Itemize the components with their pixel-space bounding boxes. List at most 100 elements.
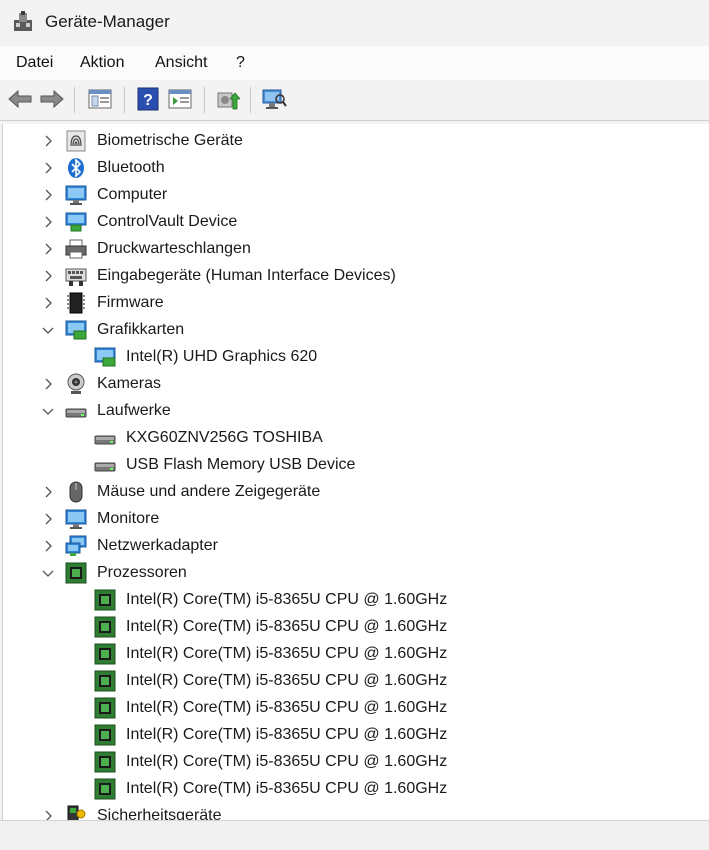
device-manager-icon bbox=[14, 11, 32, 31]
disk-drive-icon bbox=[65, 408, 87, 418]
tree-item-label: Computer bbox=[97, 186, 168, 203]
tree-item-label: Druckwarteschlangen bbox=[97, 240, 251, 257]
processor-icon bbox=[94, 616, 116, 638]
window-title: Geräte-Manager bbox=[45, 12, 170, 31]
tree-item-label: Eingabegeräte (Human Interface Devices) bbox=[97, 267, 396, 284]
chevron-right-icon[interactable] bbox=[41, 188, 55, 202]
tree-item-label: Intel(R) Core(TM) i5-8365U CPU @ 1.60GHz bbox=[126, 699, 448, 716]
tree-item-monitors[interactable]: Monitore bbox=[3, 506, 708, 533]
forward-arrow-icon bbox=[40, 89, 64, 109]
tree-item-cpu-8[interactable]: Intel(R) Core(TM) i5-8365U CPU @ 1.60GHz bbox=[3, 776, 708, 803]
back-arrow-icon bbox=[8, 89, 32, 109]
tree-item-label: Intel(R) Core(TM) i5-8365U CPU @ 1.60GHz bbox=[126, 672, 448, 689]
tree-item-intel-uhd-620[interactable]: Intel(R) UHD Graphics 620 bbox=[3, 344, 708, 371]
svg-text:?: ? bbox=[143, 92, 153, 109]
tree-item-usb-flash-drive[interactable]: USB Flash Memory USB Device bbox=[3, 452, 708, 479]
show-hide-console-tree-button[interactable] bbox=[86, 85, 114, 113]
tree-item-label: Intel(R) Core(TM) i5-8365U CPU @ 1.60GHz bbox=[126, 780, 448, 797]
webcam-icon bbox=[67, 373, 85, 394]
tree-item-cpu-1[interactable]: Intel(R) Core(TM) i5-8365U CPU @ 1.60GHz bbox=[3, 587, 708, 614]
processor-icon bbox=[94, 670, 116, 692]
chevron-down-icon[interactable] bbox=[41, 404, 55, 418]
chevron-right-icon[interactable] bbox=[41, 485, 55, 499]
status-bar bbox=[0, 820, 709, 850]
tree-item-processors[interactable]: Prozessoren bbox=[3, 560, 708, 587]
tree-item-controlvault[interactable]: ControlVault Device bbox=[3, 209, 708, 236]
computer-icon bbox=[65, 185, 87, 205]
properties-button[interactable] bbox=[166, 85, 194, 113]
tree-item-label: Biometrische Geräte bbox=[97, 132, 243, 149]
device-tree: Biometrische Geräte Bluetooth Computer C… bbox=[2, 124, 709, 820]
tree-item-biometric[interactable]: Biometrische Geräte bbox=[3, 128, 708, 155]
forward-button[interactable] bbox=[38, 85, 66, 113]
security-device-icon bbox=[67, 805, 86, 820]
tree-item-cpu-6[interactable]: Intel(R) Core(TM) i5-8365U CPU @ 1.60GHz bbox=[3, 722, 708, 749]
scan-hardware-button[interactable] bbox=[260, 85, 288, 113]
tree-item-printqueues[interactable]: Druckwarteschlangen bbox=[3, 236, 708, 263]
chevron-right-icon[interactable] bbox=[41, 134, 55, 148]
tree-item-security-devices[interactable]: Sicherheitsgeräte bbox=[3, 803, 708, 820]
chevron-right-icon[interactable] bbox=[41, 161, 55, 175]
tree-item-firmware[interactable]: Firmware bbox=[3, 290, 708, 317]
firmware-chip-icon bbox=[67, 292, 85, 314]
tree-item-network-adapters[interactable]: Netzwerkadapter bbox=[3, 533, 708, 560]
tree-item-label: Netzwerkadapter bbox=[97, 537, 218, 554]
fingerprint-icon bbox=[66, 130, 86, 152]
tree-item-cpu-7[interactable]: Intel(R) Core(TM) i5-8365U CPU @ 1.60GHz bbox=[3, 749, 708, 776]
chevron-right-icon[interactable] bbox=[41, 539, 55, 553]
tree-item-label: Laufwerke bbox=[97, 402, 171, 419]
disk-drive-icon bbox=[94, 462, 116, 472]
chevron-right-icon[interactable] bbox=[41, 215, 55, 229]
tree-item-label: Mäuse und andere Zeigegeräte bbox=[97, 483, 321, 500]
menu-aktion[interactable]: Aktion bbox=[80, 54, 124, 72]
tree-item-toshiba-drive[interactable]: KXG60ZNV256G TOSHIBA bbox=[3, 425, 708, 452]
menu-ansicht[interactable]: Ansicht bbox=[155, 54, 207, 72]
processor-icon bbox=[94, 643, 116, 665]
menu-help[interactable]: ? bbox=[236, 54, 245, 72]
chevron-right-icon[interactable] bbox=[41, 377, 55, 391]
back-button[interactable] bbox=[6, 85, 34, 113]
processor-icon bbox=[94, 697, 116, 719]
tree-item-cpu-5[interactable]: Intel(R) Core(TM) i5-8365U CPU @ 1.60GHz bbox=[3, 695, 708, 722]
display-adapter-icon bbox=[65, 320, 87, 340]
menu-datei[interactable]: Datei bbox=[16, 54, 53, 72]
update-driver-button[interactable] bbox=[214, 85, 242, 113]
tree-item-cpu-2[interactable]: Intel(R) Core(TM) i5-8365U CPU @ 1.60GHz bbox=[3, 614, 708, 641]
display-adapter-icon bbox=[94, 347, 116, 367]
tree-item-hid[interactable]: Eingabegeräte (Human Interface Devices) bbox=[3, 263, 708, 290]
update-driver-icon bbox=[217, 92, 240, 110]
tree-item-cameras[interactable]: Kameras bbox=[3, 371, 708, 398]
chevron-down-icon[interactable] bbox=[41, 566, 55, 580]
processor-icon bbox=[94, 751, 116, 773]
tree-item-label: Intel(R) Core(TM) i5-8365U CPU @ 1.60GHz bbox=[126, 645, 448, 662]
tree-item-label: Monitore bbox=[97, 510, 160, 527]
tree-item-label: Firmware bbox=[97, 294, 164, 311]
tree-item-mice[interactable]: Mäuse und andere Zeigegeräte bbox=[3, 479, 708, 506]
tree-item-cpu-4[interactable]: Intel(R) Core(TM) i5-8365U CPU @ 1.60GHz bbox=[3, 668, 708, 695]
tree-item-display-adapters[interactable]: Grafikkarten bbox=[3, 317, 708, 344]
tree-item-label: Prozessoren bbox=[97, 564, 187, 581]
disk-drive-icon bbox=[94, 435, 116, 445]
tree-item-label: ControlVault Device bbox=[97, 213, 238, 230]
processor-icon bbox=[94, 724, 116, 746]
chevron-right-icon[interactable] bbox=[41, 809, 55, 820]
chevron-right-icon[interactable] bbox=[41, 242, 55, 256]
tree-item-disk-drives[interactable]: Laufwerke bbox=[3, 398, 708, 425]
chevron-right-icon[interactable] bbox=[41, 269, 55, 283]
tree-item-label: Intel(R) Core(TM) i5-8365U CPU @ 1.60GHz bbox=[126, 618, 448, 635]
tree-item-label: Intel(R) Core(TM) i5-8365U CPU @ 1.60GHz bbox=[126, 726, 448, 743]
chevron-down-icon[interactable] bbox=[41, 323, 55, 337]
tree-item-bluetooth[interactable]: Bluetooth bbox=[3, 155, 708, 182]
tree-item-cpu-3[interactable]: Intel(R) Core(TM) i5-8365U CPU @ 1.60GHz bbox=[3, 641, 708, 668]
console-tree-icon bbox=[88, 89, 112, 109]
scan-hardware-icon bbox=[262, 89, 287, 109]
help-button[interactable]: ? bbox=[134, 85, 162, 113]
tree-item-label: Intel(R) Core(TM) i5-8365U CPU @ 1.60GHz bbox=[126, 753, 448, 770]
tree-item-computer[interactable]: Computer bbox=[3, 182, 708, 209]
tree-item-label: Kameras bbox=[97, 375, 162, 392]
tree-item-label: Sicherheitsgeräte bbox=[97, 807, 222, 820]
help-icon: ? bbox=[137, 87, 159, 111]
tree-item-label: Intel(R) UHD Graphics 620 bbox=[126, 348, 318, 365]
chevron-right-icon[interactable] bbox=[41, 296, 55, 310]
chevron-right-icon[interactable] bbox=[41, 512, 55, 526]
